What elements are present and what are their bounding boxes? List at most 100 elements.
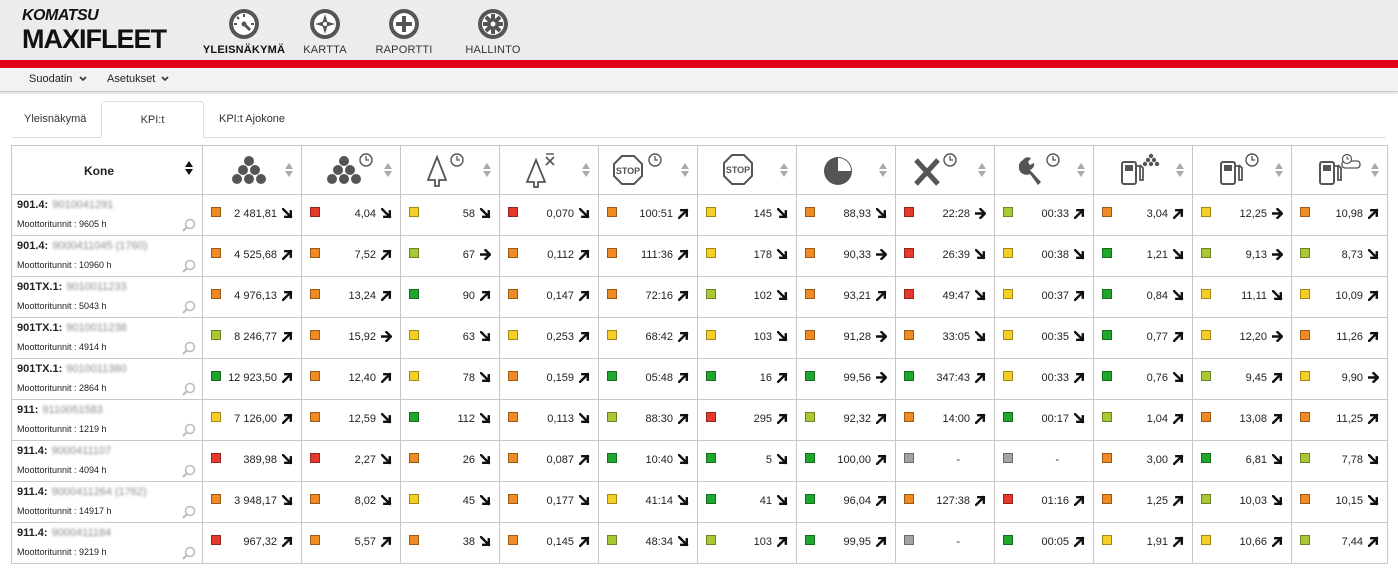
- machine-cell[interactable]: 901TX.1: 9010011360 Moottoritunnit : 2864 …: [11, 358, 203, 400]
- status-indicator: [1300, 535, 1310, 545]
- sort-icon[interactable]: [1176, 162, 1184, 178]
- magnifier-icon[interactable]: [182, 382, 196, 396]
- status-indicator: [1102, 412, 1112, 422]
- table-row[interactable]: 901TX.1: 9010011233 Moottoritunnit : 5043 …: [11, 276, 1388, 318]
- trend-down-arrow-icon: [777, 495, 788, 506]
- machine-cell[interactable]: 911.4: 9000411264 (1762) Moottoritunnit : …: [11, 481, 203, 523]
- sort-icon[interactable]: [185, 160, 193, 176]
- kpi-header-fuel-per-volume[interactable]: [1093, 145, 1193, 195]
- tab-yleisnakyma[interactable]: Yleisnäkymä: [12, 101, 98, 138]
- magnifier-icon[interactable]: [182, 505, 196, 519]
- table-row[interactable]: 911: 9110051583 Moottoritunnit : 1219 h 7 1…: [11, 399, 1388, 441]
- status-indicator: [805, 207, 815, 217]
- kpi-value: 5: [765, 454, 772, 466]
- kone-header[interactable]: Kone: [11, 145, 203, 195]
- kpi-header-maintenance-time[interactable]: [994, 145, 1094, 195]
- settings-menu[interactable]: Asetukset: [107, 73, 169, 85]
- filter-menu[interactable]: Suodatin: [29, 73, 87, 85]
- kpi-header-utilization[interactable]: [796, 145, 896, 195]
- sort-icon[interactable]: [1371, 162, 1379, 178]
- sort-icon[interactable]: [483, 162, 491, 178]
- trend-flat-arrow-icon: [1272, 249, 1283, 260]
- machine-cell[interactable]: 901.4: 9000411045 (1760) Moottoritunnit : …: [11, 235, 203, 277]
- status-indicator: [1102, 248, 1112, 258]
- sort-icon[interactable]: [978, 162, 986, 178]
- nav-item-hallinto[interactable]: HALLINTO: [450, 8, 536, 56]
- status-indicator: [805, 494, 815, 504]
- sort-icon[interactable]: [582, 162, 590, 178]
- table-row[interactable]: 911.4: 9000411184 Moottoritunnit : 9219 h9…: [11, 522, 1388, 564]
- machine-model: 911.4:: [17, 527, 48, 539]
- table-row[interactable]: 901TX.1: 9010011360 Moottoritunnit : 2864 …: [11, 358, 1388, 400]
- kpi-cell: 127:38: [895, 481, 995, 523]
- machine-model: 901TX.1:: [17, 281, 63, 293]
- table-row[interactable]: 911.4: 9000411264 (1762) Moottoritunnit : …: [11, 481, 1388, 523]
- kpi-cell: 91,28: [796, 317, 896, 359]
- sort-icon[interactable]: [1077, 162, 1085, 178]
- sort-icon[interactable]: [780, 162, 788, 178]
- tab-kpi-harvesteri[interactable]: KPI:t Harvesteri: [101, 101, 204, 163]
- kpi-header-failure-time[interactable]: [895, 145, 995, 195]
- kpi-header-stop-time[interactable]: STOP: [598, 145, 698, 195]
- machine-cell[interactable]: 911.4: 9000411184 Moottoritunnit : 9219 h: [11, 522, 203, 564]
- sort-icon[interactable]: [681, 162, 689, 178]
- status-indicator: [1300, 207, 1310, 217]
- kpi-value: 63: [462, 331, 475, 343]
- status-indicator: [508, 494, 518, 504]
- kpi-cell: 7 126,00: [202, 399, 302, 441]
- kpi-value: 99,95: [843, 536, 871, 548]
- status-indicator: [1003, 248, 1013, 258]
- trend-up-arrow-icon: [1272, 372, 1283, 383]
- kpi-cell: 2,27: [301, 440, 401, 482]
- kpi-value: 0,76: [1146, 372, 1168, 384]
- kpi-header-fuel-per-tree[interactable]: [1291, 145, 1388, 195]
- kpi-header-fuel-per-hour[interactable]: [1192, 145, 1292, 195]
- kpi-value: 90: [462, 290, 475, 302]
- kpi-value: 103: [753, 536, 772, 548]
- kpi-header-tree-average[interactable]: [499, 145, 599, 195]
- magnifier-icon[interactable]: [182, 341, 196, 355]
- machine-name: 911.4: 9000411264 (1762): [17, 486, 147, 498]
- kpi-header-logs[interactable]: [202, 145, 302, 195]
- sort-icon[interactable]: [879, 162, 887, 178]
- table-row[interactable]: 901.4: 9010041291 Moottoritunnit : 9605 h 2…: [11, 194, 1388, 236]
- table-row[interactable]: 901.4: 9000411045 (1760) Moottoritunnit : …: [11, 235, 1388, 277]
- trend-up-arrow-icon: [876, 454, 887, 465]
- kpi-cell: 12,40: [301, 358, 401, 400]
- kpi-value: 145: [753, 208, 772, 220]
- magnifier-icon[interactable]: [182, 464, 196, 478]
- nav-item-raportti[interactable]: RAPORTTI: [358, 8, 450, 56]
- machine-cell[interactable]: 901TX.1: 9010011238 Moottoritunnit : 4914 …: [11, 317, 203, 359]
- magnifier-icon[interactable]: [182, 218, 196, 232]
- machine-cell[interactable]: 901TX.1: 9010011233 Moottoritunnit : 5043 …: [11, 276, 203, 318]
- kpi-value: 72:16: [645, 290, 673, 302]
- sort-icon[interactable]: [1275, 162, 1283, 178]
- magnifier-icon[interactable]: [182, 423, 196, 437]
- fuel-per-tree-icon: [1319, 153, 1361, 185]
- magnifier-icon[interactable]: [182, 259, 196, 273]
- machine-cell[interactable]: 901.4: 9010041291 Moottoritunnit : 9605 h: [11, 194, 203, 236]
- table-row[interactable]: 901TX.1: 9010011238 Moottoritunnit : 4914 …: [11, 317, 1388, 359]
- sort-icon[interactable]: [285, 162, 293, 178]
- tab-kpi-ajokone[interactable]: KPI:t Ajokone: [207, 101, 297, 138]
- kpi-value: 0,070: [546, 208, 574, 220]
- trend-up-arrow-icon: [678, 331, 689, 342]
- komatsu-maxifleet-logo[interactable]: KOMATSU MAXIFLEET: [22, 8, 167, 54]
- machine-cell[interactable]: 911.4: 9000411107 Moottoritunnit : 4094 h: [11, 440, 203, 482]
- table-row[interactable]: 911.4: 9000411107 Moottoritunnit : 4094 h 3…: [11, 440, 1388, 482]
- kpi-value: 10,98: [1335, 208, 1363, 220]
- kpi-header-logs-per-hour[interactable]: [301, 145, 401, 195]
- nav-item-yleisnakyma[interactable]: YLEISNÄKYMÄ: [196, 8, 292, 56]
- status-indicator: [508, 248, 518, 258]
- magnifier-icon[interactable]: [182, 300, 196, 314]
- kpi-header-stops[interactable]: STOP: [697, 145, 797, 195]
- kpi-cell: 100:51: [598, 194, 698, 236]
- kpi-value: 7,78: [1341, 454, 1363, 466]
- sort-icon[interactable]: [384, 162, 392, 178]
- kpi-cell: 112: [400, 399, 500, 441]
- magnifier-icon[interactable]: [182, 546, 196, 560]
- kpi-header-trees-per-hour[interactable]: [400, 145, 500, 195]
- nav-item-kartta[interactable]: KARTTA: [292, 8, 358, 56]
- kpi-cell: 45: [400, 481, 500, 523]
- machine-cell[interactable]: 911: 9110051583 Moottoritunnit : 1219 h: [11, 399, 203, 441]
